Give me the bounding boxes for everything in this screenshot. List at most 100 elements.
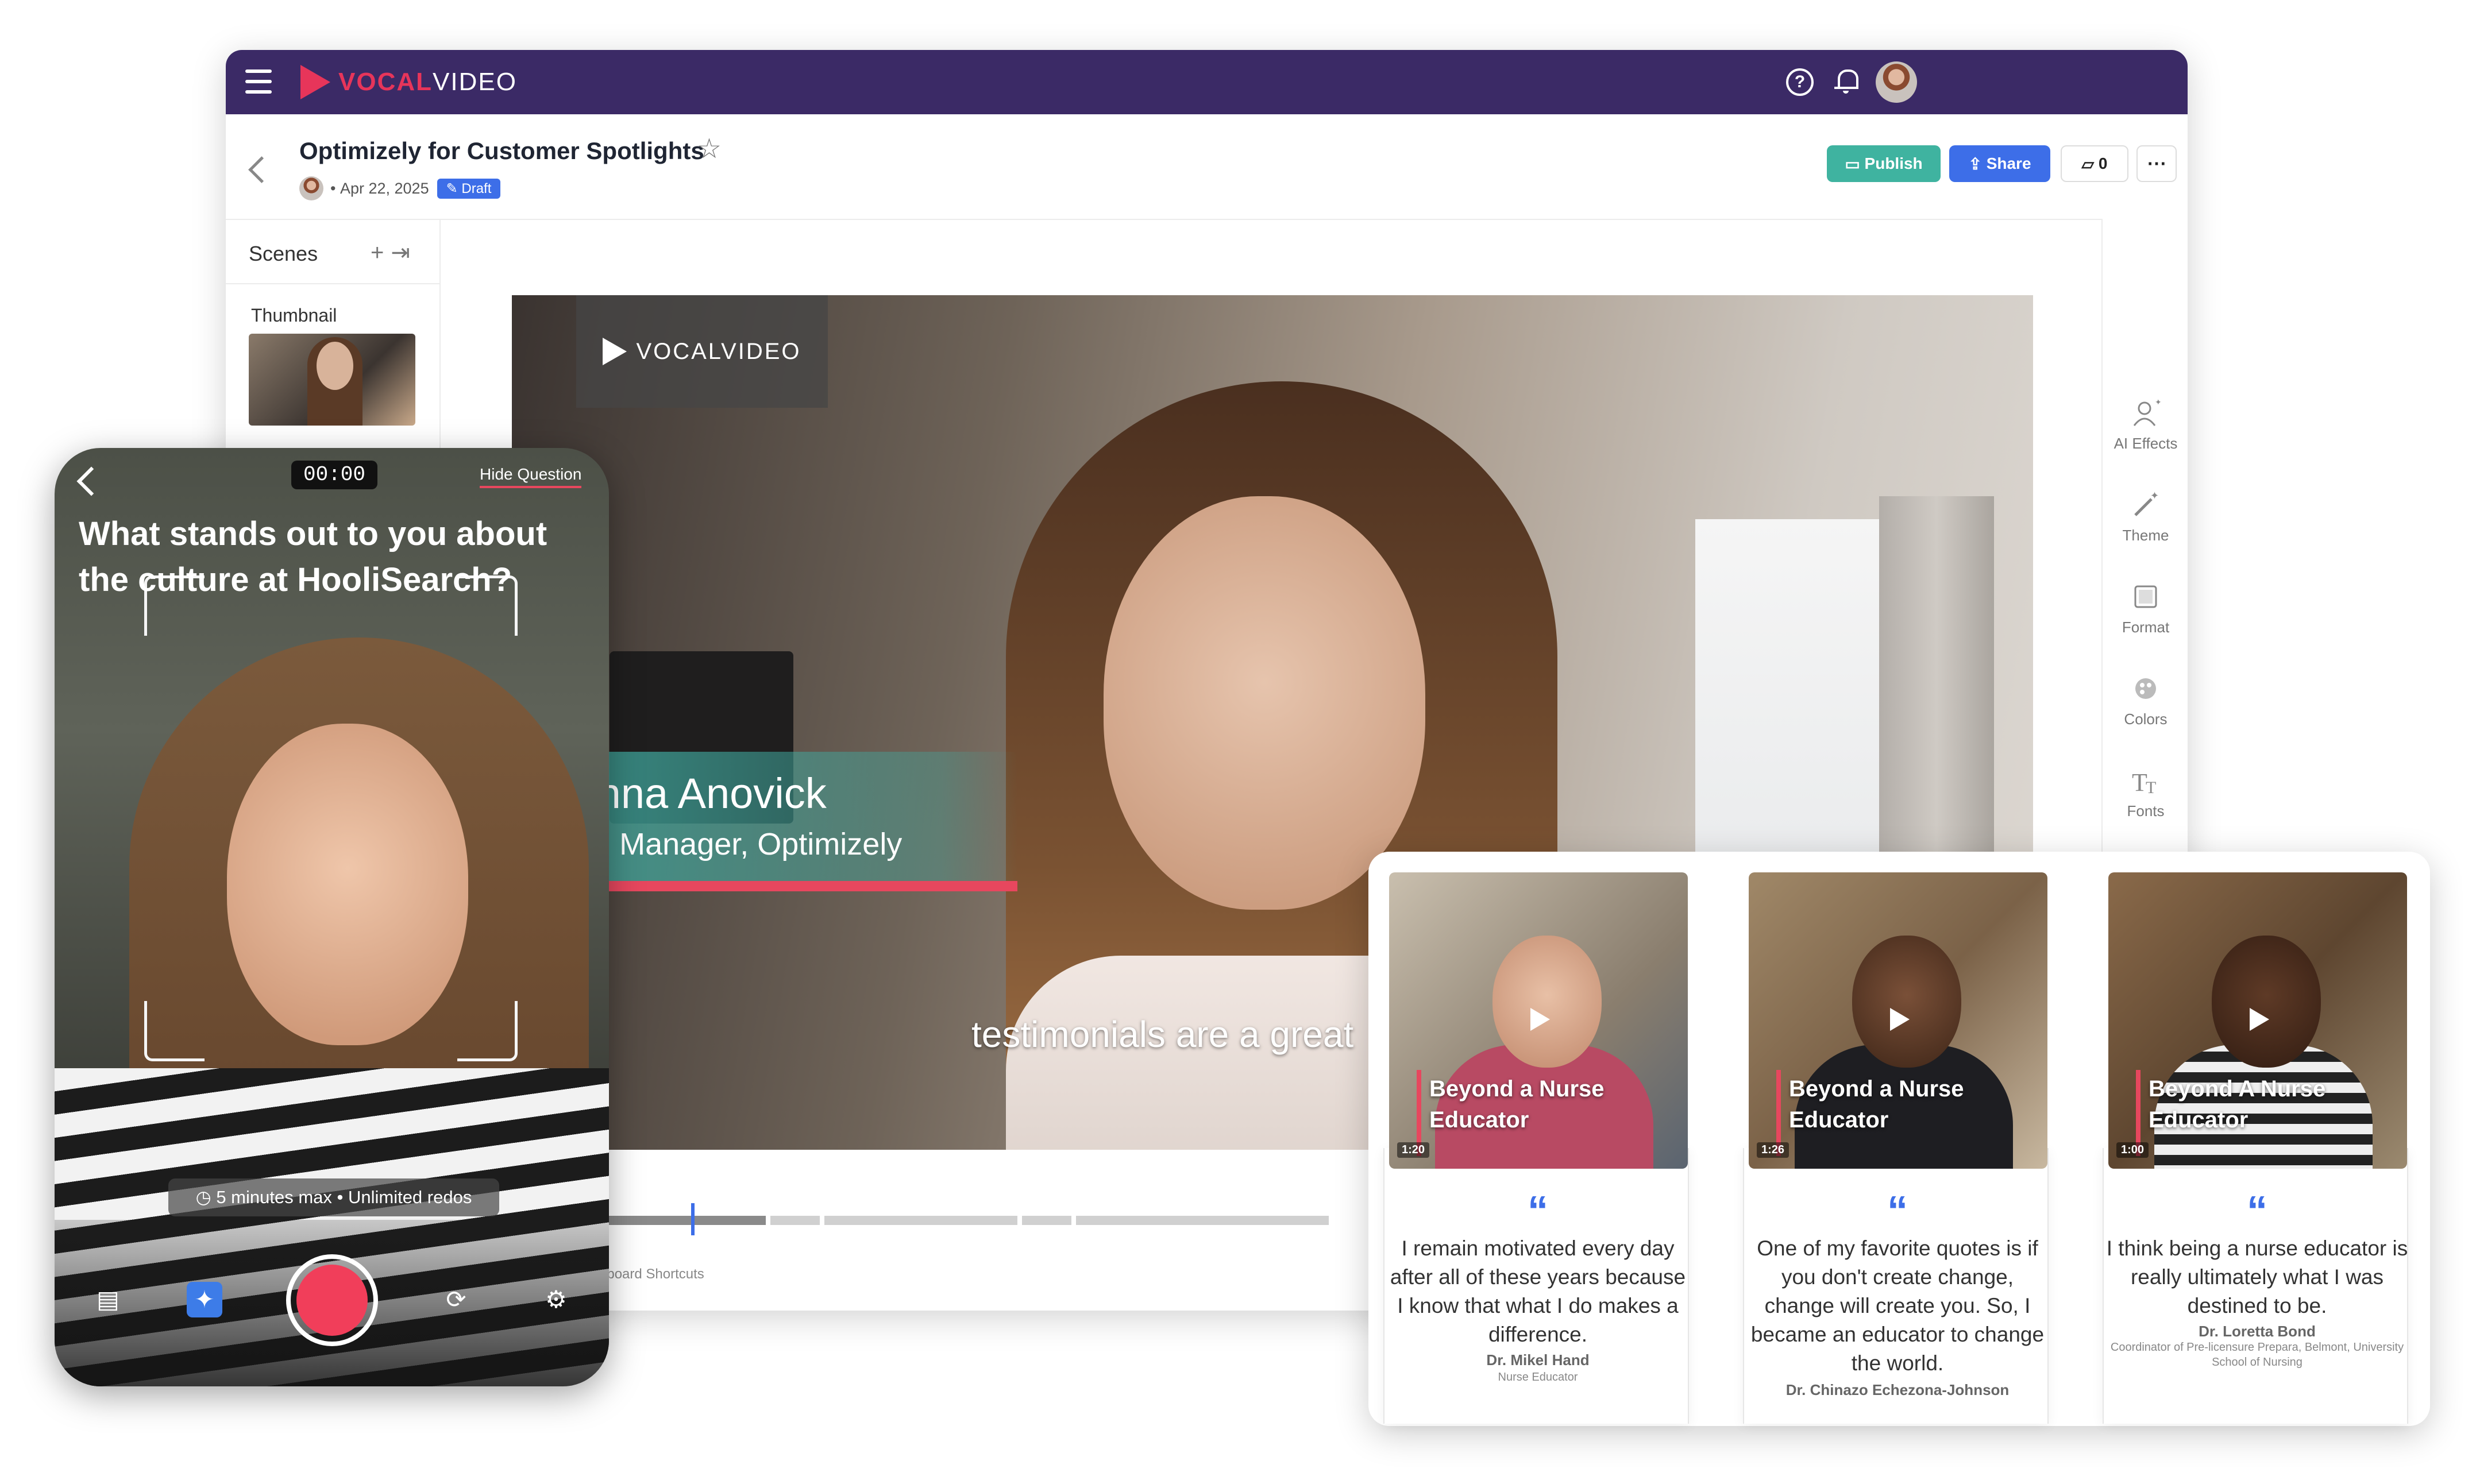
fonts-tool[interactable]: TT Fonts (2103, 764, 2188, 820)
magic-wand-icon: ✦ (2134, 490, 2159, 516)
ai-effects-icon: ✦ (2133, 397, 2162, 426)
playhead[interactable] (691, 1203, 695, 1235)
theme-tool[interactable]: ✦ Theme (2103, 489, 2188, 544)
testimonial-quote: One of my favorite quotes is if you don'… (1750, 1236, 2045, 1375)
status-badge-label: Draft (461, 180, 492, 196)
svg-text:✦: ✦ (2155, 397, 2162, 407)
quote-icon: “ (1887, 1188, 1908, 1234)
testimonial-author: Dr. Chinazo Echezona-Johnson (1785, 1381, 2010, 1398)
recording-limits: ◷ 5 minutes max • Unlimited redos (168, 1178, 499, 1216)
play-icon[interactable] (2250, 1008, 2269, 1031)
testimonial-author: Dr. Mikel Hand (1486, 1351, 1590, 1369)
owner-avatar (299, 176, 323, 200)
timeline-scrubber[interactable] (582, 1203, 1329, 1235)
comments-count: 0 (2098, 154, 2108, 172)
watermark-logo-text: VOCALVIDEO (636, 338, 801, 364)
collapse-panel-icon[interactable]: ⇥ (391, 240, 417, 265)
project-title[interactable]: Optimizely for Customer Spotlights (299, 137, 704, 165)
record-button[interactable] (286, 1254, 378, 1346)
publish-label: Publish (1864, 154, 1923, 172)
back-arrow-icon[interactable] (248, 156, 275, 183)
publish-button[interactable]: ▭ Publish (1827, 145, 1941, 182)
svg-text:T: T (2146, 778, 2156, 797)
palette-icon (2135, 678, 2156, 699)
fonts-label: Fonts (2127, 802, 2165, 820)
quote-icon: “ (2247, 1188, 2267, 1234)
testimonial-item[interactable]: Beyond A Nurse Educator 1:00 “ I think b… (2088, 872, 2427, 1424)
logo-play-icon (603, 338, 627, 365)
caption-text: testimonials are a great (971, 1014, 1354, 1055)
scene-thumbnail[interactable] (249, 334, 415, 426)
fonts-icon: TT (2132, 768, 2156, 797)
clock-icon: ◷ (195, 1187, 217, 1207)
project-header: Optimizely for Customer Spotlights ☆ • A… (226, 114, 2188, 220)
recording-limits-text: 5 minutes max • Unlimited redos (216, 1187, 472, 1207)
flip-camera-icon[interactable]: ⟳ (438, 1282, 474, 1317)
timeline-segment (770, 1216, 820, 1225)
share-button[interactable]: ⇪ Share (1949, 145, 2050, 182)
scenes-divider (226, 283, 439, 284)
thumbnail-label: Thumbnail (251, 305, 337, 326)
theme-label: Theme (2122, 527, 2169, 544)
top-navbar: VOCALVIDEO ? (226, 50, 2188, 114)
hide-question-link[interactable]: Hide Question (480, 465, 582, 488)
ai-sparkle-icon[interactable]: ✦ (187, 1282, 222, 1317)
play-icon[interactable] (1890, 1008, 1910, 1031)
recording-timer: 00:00 (291, 461, 377, 489)
testimonial-item[interactable]: Beyond a Nurse Educator 1:26 “ One of my… (1728, 872, 2067, 1424)
publish-icon: ▭ (1845, 154, 1865, 173)
comments-button[interactable]: ▱ 0 (2061, 145, 2128, 182)
favorite-star-icon[interactable]: ☆ (697, 133, 722, 165)
timeline-segment (824, 1216, 1017, 1225)
logo-text-suffix: VIDEO (433, 68, 517, 96)
play-icon[interactable] (1530, 1008, 1550, 1031)
speaker-face (1104, 496, 1425, 910)
testimonials-card: Beyond a Nurse Educator 1:20 “ I remain … (1368, 852, 2430, 1426)
colors-tool[interactable]: Colors (2103, 673, 2188, 728)
testimonial-video[interactable]: Beyond a Nurse Educator 1:26 (1749, 872, 2047, 1169)
user-avatar[interactable] (1876, 61, 1917, 103)
testimonial-quote: I think being a nurse educator is really… (2106, 1236, 2408, 1317)
timeline-segment (1076, 1216, 1329, 1225)
help-icon[interactable]: ? (1786, 68, 1814, 96)
ai-effects-tool[interactable]: ✦ AI Effects (2103, 397, 2188, 453)
back-arrow-icon[interactable] (76, 466, 106, 496)
script-notes-icon[interactable]: ▤ (90, 1282, 126, 1317)
testimonial-role: Coordinator of Pre-licensure Prepara, Be… (2110, 1341, 2404, 1369)
testimonial-video[interactable]: Beyond A Nurse Educator 1:00 (2108, 872, 2407, 1169)
menu-icon[interactable] (245, 69, 272, 94)
scenes-title: Scenes (249, 242, 318, 265)
prompt-question: What stands out to you about the culture… (79, 515, 547, 598)
project-meta: • Apr 22, 2025 ✎ Draft (299, 176, 501, 200)
format-label: Format (2122, 619, 2170, 636)
project-date: Apr 22, 2025 (340, 179, 429, 197)
testimonial-role: Nurse Educator (1498, 1371, 1578, 1383)
status-badge: ✎ Draft (437, 178, 501, 199)
video-duration: 1:26 (1757, 1142, 1789, 1158)
add-scene-icon[interactable]: + (371, 240, 391, 265)
video-duration: 1:00 (2116, 1142, 2149, 1158)
timeline-segment (1022, 1216, 1071, 1225)
testimonial-video[interactable]: Beyond a Nurse Educator 1:20 (1389, 872, 1688, 1169)
timeline-played (582, 1216, 766, 1225)
recorder-phone: 00:00 Hide Question What stands out to y… (55, 448, 609, 1386)
format-tool[interactable]: Format (2103, 581, 2188, 636)
testimonial-title: Beyond a Nurse Educator (1429, 1076, 1605, 1133)
testimonial-quote: I remain motivated every day after all o… (1390, 1236, 1686, 1346)
testimonial-title: Beyond a Nurse Educator (1789, 1076, 1964, 1133)
video-duration: 1:20 (1397, 1142, 1430, 1158)
vocalvideo-logo[interactable]: VOCALVIDEO (300, 65, 517, 99)
svg-text:✦: ✦ (2150, 490, 2159, 501)
ai-effects-label: AI Effects (2114, 435, 2178, 452)
more-options-button[interactable]: ⋯ (2136, 145, 2177, 182)
format-icon (2134, 585, 2157, 608)
share-label: Share (1986, 154, 2031, 172)
settings-gear-icon[interactable]: ⚙ (538, 1282, 574, 1317)
notification-bell-icon[interactable] (1834, 67, 1858, 94)
face-frame-guide (144, 575, 518, 1061)
colors-label: Colors (2124, 710, 2168, 728)
svg-text:T: T (2132, 768, 2147, 797)
testimonial-author: Dr. Loretta Bond (2199, 1323, 2316, 1340)
testimonial-item[interactable]: Beyond a Nurse Educator 1:20 “ I remain … (1368, 872, 1707, 1424)
logo-text-prefix: VOCAL (338, 68, 433, 96)
